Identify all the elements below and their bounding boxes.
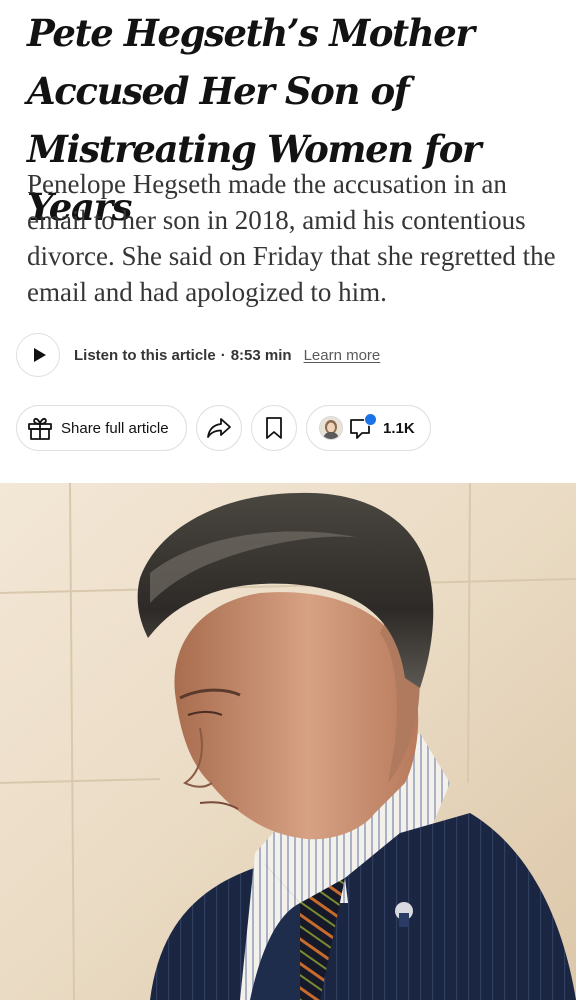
notification-dot [364,413,377,426]
play-icon [33,348,46,362]
article: Pete Hegseth’s Mother Accused Her Son of… [0,0,576,1000]
save-button[interactable] [251,405,297,451]
audio-player: Listen to this article · 8:53 min Learn … [16,332,380,378]
article-summary: Penelope Hegseth made the accusation in … [27,169,556,307]
person-icon [320,417,342,439]
comments-button[interactable]: 1.1K [306,405,431,451]
share-label: Share full article [61,419,169,437]
share-full-article-button[interactable]: Share full article [16,405,187,451]
share-button[interactable] [196,405,242,451]
gift-icon [28,417,52,440]
share-arrow-icon [207,418,231,438]
comment-icon-wrapper [349,413,377,440]
article-photo [0,483,576,1000]
bookmark-icon [266,417,282,439]
listen-label: Listen to this article [74,346,216,364]
listen-separator: · [220,346,226,364]
learn-more-link[interactable]: Learn more [304,347,381,364]
play-button[interactable] [16,333,60,377]
comment-count: 1.1K [383,419,415,437]
commenter-avatar [319,416,343,440]
share-toolbar: Share full article 1.1K [16,405,431,451]
audio-duration: 8:53 min [230,346,292,364]
